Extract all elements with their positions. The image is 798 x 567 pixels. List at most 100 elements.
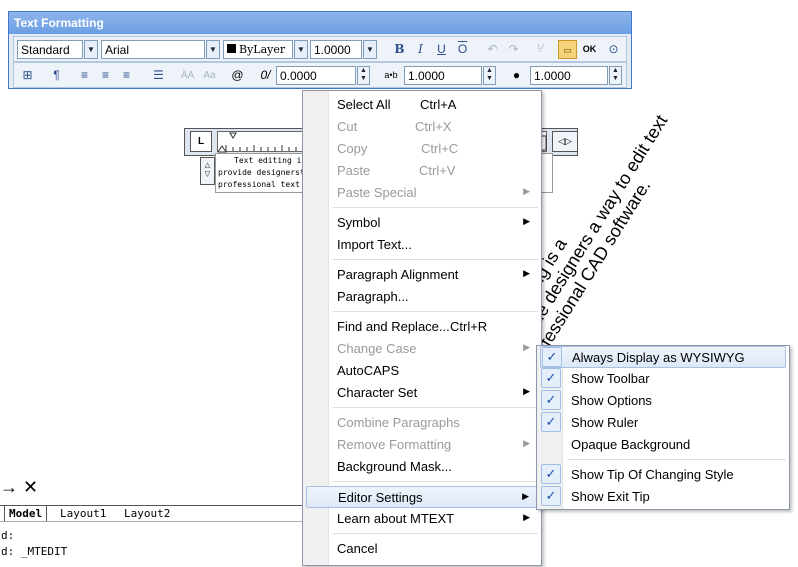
menu-item-import-text[interactable]: Import Text... <box>306 234 538 256</box>
tab-model[interactable]: Model <box>4 506 48 522</box>
align-center-icon[interactable]: ≡ <box>96 66 115 85</box>
menu-item-paste-special[interactable]: Paste Special ▶ <box>306 182 538 204</box>
menu-item-label: Paste <box>337 163 371 178</box>
submenu-item-label: Show Tip Of Changing Style <box>571 467 734 482</box>
tab-layout1[interactable]: Layout1 <box>56 506 110 522</box>
menu-separator <box>333 533 538 534</box>
text-height-input[interactable]: 1.0000 <box>310 40 362 59</box>
color-select[interactable]: ByLayer <box>223 40 293 59</box>
menu-item-background-mask[interactable]: Background Mask... <box>306 456 538 478</box>
menu-item-learn-mtext[interactable]: Learn about MTEXT ▶ <box>306 508 538 530</box>
stack-icon[interactable]: ⅟ <box>530 40 549 59</box>
submenu-item-show-exit-tip[interactable]: ✓ Show Exit Tip <box>540 486 786 508</box>
mtext-justification-icon[interactable]: ¶ <box>47 66 66 85</box>
submenu-item-opaque-background[interactable]: Opaque Background <box>540 434 786 456</box>
ok-button[interactable]: OK <box>580 40 599 59</box>
oblique-angle-icon[interactable]: 0/ <box>256 66 275 85</box>
align-left-icon[interactable]: ≡ <box>75 66 94 85</box>
submenu-item-show-toolbar[interactable]: ✓ Show Toolbar <box>540 368 786 390</box>
menu-item-copy[interactable]: Copy Ctrl+C <box>306 138 538 160</box>
undo-icon[interactable]: ↶ <box>483 40 502 59</box>
chevron-down-icon[interactable]: ▼ <box>84 40 98 59</box>
align-right-icon[interactable]: ≡ <box>117 66 136 85</box>
menu-item-label: Select All <box>337 97 391 112</box>
menu-item-find-replace[interactable]: Find and Replace... Ctrl+R <box>306 316 538 338</box>
ruler-toggle-icon[interactable]: ▭ <box>558 40 577 59</box>
submenu-item-label: Show Toolbar <box>571 371 650 386</box>
menu-item-shortcut: Ctrl+X <box>415 119 452 134</box>
submenu-item-show-ruler[interactable]: ✓ Show Ruler <box>540 412 786 434</box>
chevron-down-icon[interactable]: ▼ <box>294 40 308 59</box>
command-line[interactable]: d: d: _MTEDIT <box>0 521 302 567</box>
submenu-arrow-icon: ▶ <box>523 438 530 448</box>
menu-item-shortcut: Ctrl+A <box>420 97 457 112</box>
menu-item-cancel[interactable]: Cancel <box>306 538 538 560</box>
checkmark-icon: ✓ <box>541 368 561 388</box>
style-select[interactable]: Standard <box>17 40 83 59</box>
italic-button[interactable]: I <box>411 40 430 59</box>
menu-item-editor-settings[interactable]: Editor Settings ▶ <box>306 486 538 508</box>
uppercase-icon[interactable]: ÄA <box>178 66 197 85</box>
layout-tabs: Model Layout1 Layout2 <box>0 505 302 522</box>
columns-icon[interactable]: ⊞ <box>18 66 37 85</box>
redo-icon[interactable]: ↷ <box>504 40 523 59</box>
toolbar-title[interactable]: Text Formatting <box>9 12 631 34</box>
menu-item-shortcut: Ctrl+R <box>450 319 488 334</box>
checkmark-icon: ✓ <box>541 486 561 506</box>
oblique-spinner[interactable]: ▲ ▼ <box>357 66 370 85</box>
menu-item-paste[interactable]: Paste Ctrl+V <box>306 160 538 182</box>
command-history-line: d: <box>1 529 15 542</box>
toolbar-row-2: ⊞ ¶ ≡ ≡ ≡ ☰ ÄA Aa @ 0/ 0.0000 ▲ ▼ a•b 1.0… <box>13 62 627 88</box>
submenu-item-always-wysiwyg[interactable]: ✓ Always Display as WYSIWYG <box>540 346 786 368</box>
overline-button[interactable]: O <box>453 40 472 59</box>
font-select[interactable]: Arial <box>101 40 205 59</box>
menu-item-symbol[interactable]: Symbol ▶ <box>306 212 538 234</box>
options-icon[interactable]: ⊙ <box>604 40 623 59</box>
menu-item-cut[interactable]: Cut Ctrl+X <box>306 116 538 138</box>
chevron-down-icon[interactable]: ▼ <box>206 40 220 59</box>
submenu-item-show-tip-changing-style[interactable]: ✓ Show Tip Of Changing Style <box>540 464 786 486</box>
menu-item-label: Paragraph... <box>337 289 409 304</box>
menu-item-label: Symbol <box>337 215 381 230</box>
submenu-arrow-icon: ▶ <box>523 216 530 226</box>
symbol-icon[interactable]: @ <box>228 66 247 85</box>
toolbar-row-1: Standard ▼ Arial ▼ ByLayer ▼ 1.0000 ▼ B … <box>13 36 627 62</box>
tracking-spinner[interactable]: ▲ ▼ <box>483 66 496 85</box>
line-spacing-icon[interactable]: ☰ <box>149 66 168 85</box>
tab-layout2[interactable]: Layout2 <box>120 506 174 522</box>
menu-separator <box>333 481 538 482</box>
menu-item-label: Copy <box>337 141 368 156</box>
menu-item-shortcut: Ctrl+C <box>421 141 459 156</box>
menu-item-label: Combine Paragraphs <box>337 415 460 430</box>
menu-item-label: Background Mask... <box>337 459 452 474</box>
menu-item-paragraph[interactable]: Paragraph... <box>306 286 538 308</box>
tab-type-button[interactable]: L <box>190 131 212 152</box>
submenu-item-label: Opaque Background <box>571 437 691 452</box>
menu-item-combine-paragraphs[interactable]: Combine Paragraphs <box>306 412 538 434</box>
menu-item-autocaps[interactable]: AutoCAPS <box>306 360 538 382</box>
ruler-width-arrows-icon[interactable]: ◁▷ <box>552 131 578 152</box>
underline-button[interactable]: U <box>432 40 451 59</box>
menu-item-change-case[interactable]: Change Case ▶ <box>306 338 538 360</box>
menu-separator <box>333 407 538 408</box>
lowercase-icon[interactable]: Aa <box>200 66 219 85</box>
menu-item-select-all[interactable]: Select All Ctrl+A <box>306 94 538 116</box>
menu-item-paragraph-alignment[interactable]: Paragraph Alignment ▶ <box>306 264 538 286</box>
menu-item-character-set[interactable]: Character Set ▶ <box>306 382 538 404</box>
oblique-angle-input[interactable]: 0.0000 <box>276 66 356 85</box>
submenu-item-label: Show Options <box>571 393 652 408</box>
menu-item-label: Editor Settings <box>338 490 423 505</box>
width-factor-spinner[interactable]: ▲ ▼ <box>609 66 622 85</box>
menu-item-remove-formatting[interactable]: Remove Formatting ▶ <box>306 434 538 456</box>
tracking-input[interactable]: 1.0000 <box>404 66 482 85</box>
width-factor-input[interactable]: 1.0000 <box>530 66 608 85</box>
bold-button[interactable]: B <box>390 40 409 59</box>
chevron-down-icon[interactable]: ▼ <box>363 40 377 59</box>
height-resize-icon[interactable]: △ ▽ <box>200 157 215 185</box>
submenu-item-show-options[interactable]: ✓ Show Options <box>540 390 786 412</box>
color-swatch-icon <box>227 44 236 53</box>
menu-item-label: AutoCAPS <box>337 363 400 378</box>
submenu-arrow-icon: ▶ <box>523 386 530 396</box>
menu-item-label: Change Case <box>337 341 417 356</box>
submenu-arrow-icon: ▶ <box>522 491 529 501</box>
